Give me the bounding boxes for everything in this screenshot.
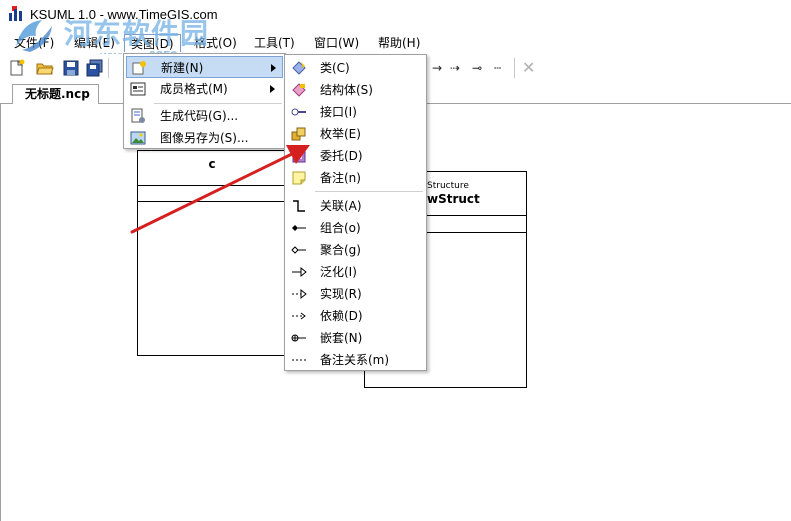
- watermark-site-name: 河东软件园: [64, 17, 210, 50]
- open-folder-icon[interactable]: [36, 59, 54, 77]
- generate-code-icon: [130, 108, 146, 124]
- menu-item-class[interactable]: 类(C): [287, 57, 424, 79]
- menu-item-interface[interactable]: 接口(I): [287, 101, 424, 123]
- struct-stereotype: Structure: [427, 181, 469, 191]
- composition-icon: [291, 220, 307, 236]
- realization-icon: [291, 286, 307, 302]
- submenu-arrow-icon: [271, 64, 276, 72]
- save-all-icon[interactable]: [86, 59, 104, 77]
- menu-help[interactable]: 帮助(H): [372, 34, 426, 52]
- menu-tools[interactable]: 工具(T): [248, 34, 301, 52]
- delete-icon[interactable]: ✕: [522, 58, 535, 77]
- submenu-arrow-icon: [270, 85, 275, 93]
- struct-name: wStruct: [427, 192, 480, 206]
- menu-item-aggregation[interactable]: 聚合(g): [287, 239, 424, 261]
- interface-icon: [291, 104, 307, 120]
- generalization-icon: [291, 264, 307, 280]
- nesting-icon: [291, 330, 307, 346]
- watermark-logo-icon: [16, 20, 52, 52]
- menu-item-nesting[interactable]: 嵌套(N): [287, 327, 424, 349]
- menu-item-dependency[interactable]: 依赖(D): [287, 305, 424, 327]
- menu-item-note-relation[interactable]: 备注关系(m): [287, 349, 424, 371]
- new-file-icon[interactable]: [8, 59, 26, 77]
- toolbar-realization-icon[interactable]: →: [432, 61, 442, 75]
- toolbar-dependency-icon[interactable]: ⇢: [450, 61, 460, 75]
- new-submenu: 类(C) 结构体(S) 接口(I) 枚举(E) 委托(D) 备注(n) 关联(A…: [284, 54, 427, 371]
- member-format-icon: [130, 81, 146, 97]
- delegate-icon: [291, 148, 307, 164]
- class-icon: [291, 60, 307, 76]
- class-diagram-menu: 新建(N) 成员格式(M) 生成代码(G)... 图像另存为(S)...: [123, 53, 286, 149]
- aggregation-icon: [291, 242, 307, 258]
- menu-item-note[interactable]: 备注(n): [287, 167, 424, 189]
- menu-item-association[interactable]: 关联(A): [287, 195, 424, 217]
- save-icon[interactable]: [62, 59, 80, 77]
- dependency-icon: [291, 308, 307, 324]
- struct-icon: [291, 82, 307, 98]
- toolbar-note-relation-icon[interactable]: ┄: [494, 61, 501, 75]
- menu-item-struct[interactable]: 结构体(S): [287, 79, 424, 101]
- menu-item-generate-code[interactable]: 生成代码(G)...: [126, 105, 283, 127]
- note-relation-icon: [291, 352, 307, 368]
- menu-window[interactable]: 窗口(W): [308, 34, 365, 52]
- enum-icon: [291, 126, 307, 142]
- tab-label: 无标题.ncp: [25, 87, 90, 101]
- menu-item-generalization[interactable]: 泛化(I): [287, 261, 424, 283]
- menu-item-new[interactable]: 新建(N): [126, 56, 283, 78]
- tab-untitled[interactable]: 无标题.ncp: [12, 84, 99, 105]
- note-icon: [291, 170, 307, 186]
- class-name: c: [208, 157, 216, 171]
- menu-item-member-format[interactable]: 成员格式(M): [126, 78, 283, 100]
- menu-item-save-image[interactable]: 图像另存为(S)...: [126, 127, 283, 149]
- save-image-icon: [130, 130, 146, 146]
- menu-item-realization[interactable]: 实现(R): [287, 283, 424, 305]
- menu-item-composition[interactable]: 组合(o): [287, 217, 424, 239]
- toolbar-nesting-icon[interactable]: ⊸: [472, 61, 482, 75]
- menu-item-delegate[interactable]: 委托(D): [287, 145, 424, 167]
- menu-item-enum[interactable]: 枚举(E): [287, 123, 424, 145]
- association-icon: [291, 198, 307, 214]
- class-box-c[interactable]: c: [137, 150, 287, 356]
- new-class-icon: [131, 60, 147, 76]
